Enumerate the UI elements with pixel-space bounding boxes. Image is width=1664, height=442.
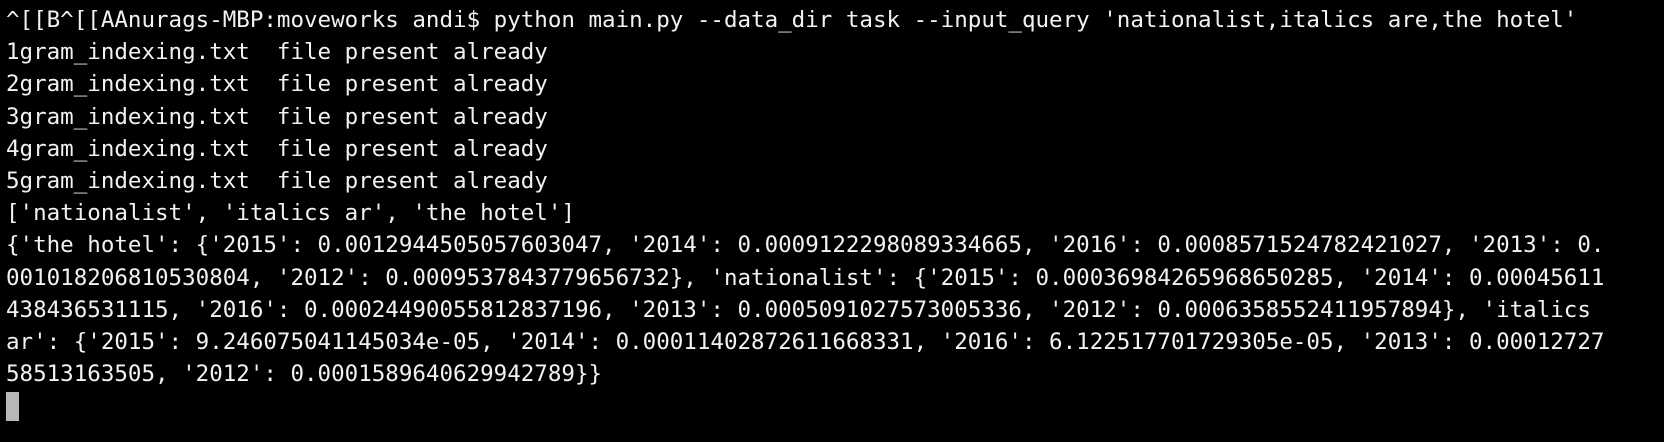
terminal-line-output: ar': {'2015': 9.246075041145034e-05, '20… xyxy=(6,328,1605,355)
terminal-line-output: ['nationalist', 'italics ar', 'the hotel… xyxy=(6,200,575,227)
terminal-window[interactable]: ^[[B^[[AAnurags-MBP:moveworks andi$ pyth… xyxy=(0,0,1664,442)
terminal-line-output: 3gram_indexing.txt file present already xyxy=(6,103,548,130)
terminal-cursor xyxy=(6,392,19,422)
terminal-line-output: 438436531115, '2016': 0.0002449005581283… xyxy=(6,296,1591,323)
terminal-line-output: {'the hotel': {'2015': 0.001294450505760… xyxy=(6,232,1605,259)
terminal-line-output: 58513163505, '2012': 0.00015896406299427… xyxy=(6,361,603,388)
terminal-line-output: 001018206810530804, '2012': 0.0009537843… xyxy=(6,264,1605,291)
terminal-line-output: 1gram_indexing.txt file present already xyxy=(6,39,548,66)
terminal-line-command: ^[[B^[[AAnurags-MBP:moveworks andi$ pyth… xyxy=(6,7,1578,33)
terminal-line-output: 5gram_indexing.txt file present already xyxy=(6,167,548,194)
terminal-prompt-line[interactable] xyxy=(6,390,1664,422)
terminal-line-output: 4gram_indexing.txt file present already xyxy=(6,135,548,162)
terminal-line-output: 2gram_indexing.txt file present already xyxy=(6,71,548,98)
